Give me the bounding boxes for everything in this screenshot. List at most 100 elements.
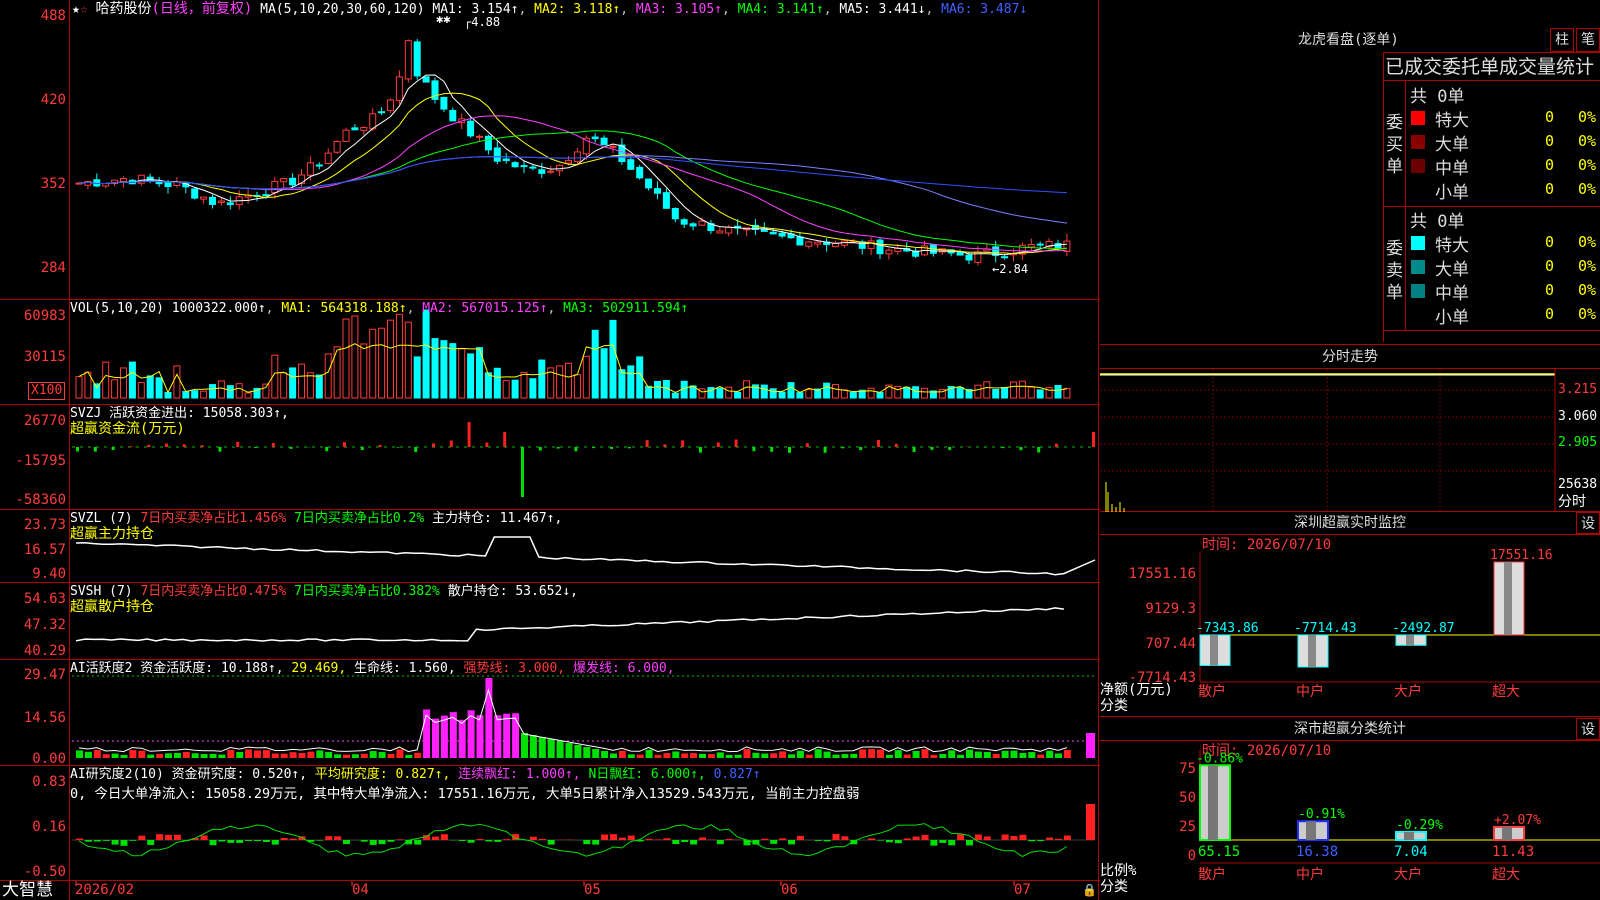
candle-body xyxy=(351,127,359,131)
ma5-value: MA5: 3.441↓ xyxy=(839,2,926,17)
ai1-bar xyxy=(877,749,884,758)
volume-bar xyxy=(217,380,225,399)
svzj-bar xyxy=(218,447,222,452)
main-tick-352: 352 xyxy=(40,176,66,192)
ai1-bar xyxy=(752,752,760,758)
classify-value-4: 11.43 xyxy=(1492,844,1534,860)
ma2-value: MA2: 3.118↑ xyxy=(534,2,621,17)
svzj-bar xyxy=(165,443,168,447)
candle-body xyxy=(511,162,519,168)
svzl-header: SVZL (7) 7日内买卖净占比1.456% 7日内买卖净占比0.2% 主力持… xyxy=(70,511,562,527)
ai2-bar xyxy=(1063,835,1071,840)
sell-row-2-count: 0 xyxy=(1545,257,1555,275)
ai1-bar xyxy=(173,752,181,758)
ai2-bar xyxy=(1046,837,1054,840)
volume-bar xyxy=(832,384,839,399)
ma2-line xyxy=(78,92,1067,255)
volume-bar xyxy=(556,365,564,399)
volume-bar xyxy=(983,381,991,399)
volume-bar xyxy=(440,340,448,399)
ai1-bar xyxy=(627,754,635,758)
ai2-header: AI研究度2(10) 资金研究度: 0.520↑, 平均研究度: 0.827↑,… xyxy=(70,767,761,783)
candle-body xyxy=(645,178,653,189)
ai1-bar xyxy=(387,753,395,758)
kline-chart-area[interactable]: ★☆ 哈药股份(日线，前复权) MA(5,10,20,30,60,120) MA… xyxy=(0,0,1100,900)
volume-bar xyxy=(173,365,181,399)
candle-body xyxy=(680,219,688,225)
ai1-bar xyxy=(948,750,956,758)
candle-body xyxy=(627,159,635,170)
monitor-tick-2: 9129.3 xyxy=(1145,601,1196,617)
volume-bar xyxy=(823,382,831,399)
svsh-tick-3: 40.29 xyxy=(23,643,66,659)
ma4-value: MA4: 3.141↑ xyxy=(737,2,824,17)
ai2-bar xyxy=(173,834,181,840)
favorite-icon[interactable]: ☆ xyxy=(80,2,88,17)
ai2-tick-3: -0.50 xyxy=(23,864,66,880)
volume-bar xyxy=(484,372,492,399)
minute-svg[interactable] xyxy=(1100,346,1600,512)
svzj-bar xyxy=(538,447,542,451)
ai2-bar xyxy=(618,837,626,840)
tick-mode-button[interactable]: 笔 xyxy=(1576,28,1600,52)
ai2-bar xyxy=(885,840,893,843)
volume-bar xyxy=(627,365,635,399)
volume-bar xyxy=(903,386,911,399)
vol-unit-badge[interactable]: X100 xyxy=(28,382,66,400)
ai1-bar xyxy=(102,754,110,758)
volume-bar xyxy=(209,384,216,399)
ai2-bar xyxy=(378,840,386,845)
volume-bar xyxy=(458,348,466,399)
svzj-title: 超赢资金流(万元) xyxy=(70,421,185,437)
svsh-p2: 7日内买卖净占比0.382% xyxy=(294,584,440,599)
stat-title: 已成交委托单成交量统计 xyxy=(1385,56,1595,78)
volume-bar xyxy=(262,383,270,399)
volume-bar xyxy=(956,386,964,399)
ai2-bar xyxy=(334,836,342,840)
monitor-category-2: 中户 xyxy=(1296,683,1324,700)
svzj-bar xyxy=(432,443,435,447)
ai1-bar xyxy=(930,754,938,758)
ai1-bar xyxy=(182,751,190,758)
lock-icon[interactable]: 🔒 xyxy=(1082,882,1097,898)
ai2-bar xyxy=(921,834,929,840)
svzj-bar xyxy=(236,441,240,447)
svzl-tick-2: 16.57 xyxy=(23,542,66,558)
volume-bar xyxy=(431,338,439,399)
ai1-bar xyxy=(156,753,164,758)
ai1-bar xyxy=(369,751,377,758)
xaxis-label-3: 05 xyxy=(584,882,601,898)
ai2-bar xyxy=(1001,834,1009,840)
classify-category-1: 散户 xyxy=(1198,866,1226,883)
volume-bar xyxy=(573,374,581,399)
svzj-bar xyxy=(556,447,560,449)
ai2-bar xyxy=(360,840,368,842)
ai2-bar xyxy=(681,840,689,843)
svzj-bar xyxy=(325,447,329,452)
volume-bar xyxy=(1054,384,1062,399)
ai2-bar xyxy=(280,838,288,840)
sell-row-4-count: 0 xyxy=(1545,305,1555,323)
bar-mode-button[interactable]: 柱 xyxy=(1550,28,1574,52)
star-icon[interactable]: ★ xyxy=(72,2,80,17)
monitor-value-2: -7714.43 xyxy=(1294,621,1357,636)
candle-body xyxy=(493,147,501,162)
svzj-bar xyxy=(894,443,898,447)
ai1-bar xyxy=(690,753,698,758)
candle-body xyxy=(164,181,172,188)
minute-panel[interactable]: 分时走势 3.215 3.060 2.905 25638 分时 xyxy=(1100,346,1600,512)
volume-bar xyxy=(226,385,234,399)
ai2-bar xyxy=(494,840,502,842)
ai1-bar xyxy=(1063,749,1071,758)
candle-body xyxy=(662,192,670,209)
ai2-v2: 平均研究度: 0.827↑, xyxy=(314,767,451,782)
candle-body xyxy=(476,135,483,138)
classify-tick-2: 50 xyxy=(1179,790,1196,806)
monitor-category-1: 散户 xyxy=(1198,683,1226,700)
ai2-bar xyxy=(868,838,876,840)
volume-bar xyxy=(520,371,528,399)
ai2-bar xyxy=(1086,804,1095,840)
ai2-label: AI研究度2(10) 资金研究度: 0.520↑, xyxy=(70,767,308,782)
svzj-tick-3: -58360 xyxy=(15,492,66,508)
ai2-bar xyxy=(912,836,920,840)
